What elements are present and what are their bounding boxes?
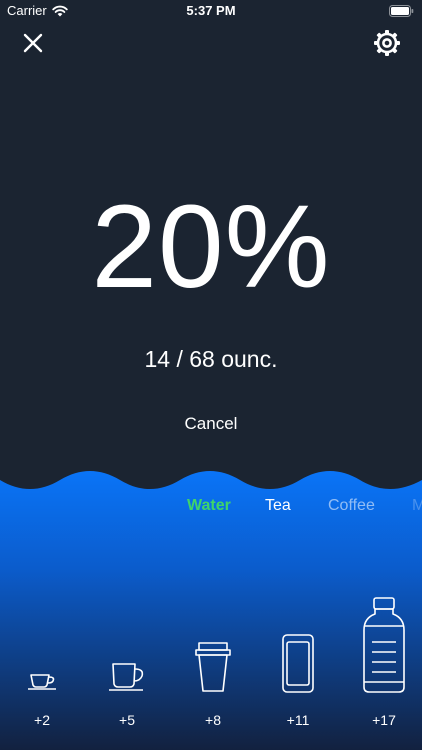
takeaway-cup-icon	[195, 642, 231, 692]
battery-icon	[389, 5, 414, 17]
cup-label: +17	[372, 712, 396, 728]
bottle-icon	[363, 597, 405, 693]
cup-label: +5	[119, 712, 135, 728]
gear-icon	[374, 30, 400, 56]
cup-option-takeaway[interactable]: +8	[183, 640, 243, 740]
tab-water[interactable]: Water	[187, 494, 231, 518]
can-icon	[282, 634, 314, 693]
tab-coffee[interactable]: Coffee	[328, 494, 375, 518]
coffee-mug-icon	[109, 663, 144, 691]
status-bar: Carrier 5:37 PM	[0, 0, 422, 22]
cup-option-bottle[interactable]: +17	[354, 594, 414, 740]
tab-more[interactable]: M	[412, 494, 422, 518]
progress-amount: 14 / 68 ounc.	[144, 346, 278, 372]
drink-type-tabs: Water Tea Coffee M	[0, 494, 422, 518]
settings-button[interactable]	[372, 28, 402, 58]
cancel-button[interactable]: Cancel	[161, 410, 261, 438]
cup-option-can[interactable]: +11	[268, 630, 328, 740]
status-time: 5:37 PM	[186, 3, 236, 18]
cup-option-mug[interactable]: +5	[97, 660, 157, 740]
cup-label: +11	[286, 712, 310, 728]
espresso-cup-icon	[28, 674, 56, 690]
cup-label: +2	[34, 712, 50, 728]
cup-option-espresso[interactable]: +2	[12, 660, 72, 740]
cup-label: +8	[205, 712, 221, 728]
close-icon	[23, 33, 43, 53]
tab-tea[interactable]: Tea	[265, 494, 291, 518]
progress-percent: 20%	[91, 181, 331, 313]
close-button[interactable]	[18, 28, 48, 58]
